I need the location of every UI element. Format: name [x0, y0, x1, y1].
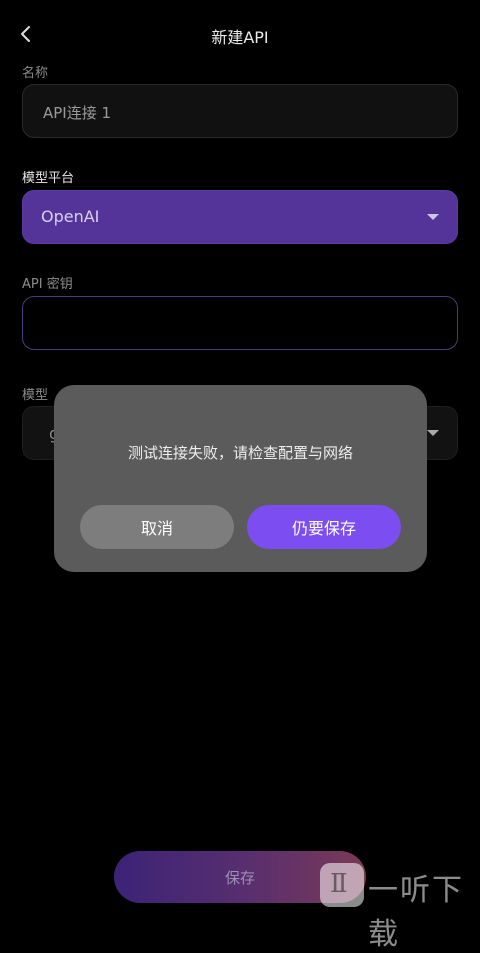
watermark-logo-icon: Ⅱ: [320, 863, 364, 907]
platform-select-value: OpenAI: [41, 207, 100, 226]
watermark: Ⅱ 一听下载: [320, 855, 480, 952]
top-bar: 新建API: [0, 0, 480, 70]
dialog-message: 测试连接失败，请检查配置与网络: [127, 444, 353, 462]
caret-down-icon: [427, 214, 439, 220]
connection-failed-dialog: 测试连接失败，请检查配置与网络 取消 仍要保存: [54, 385, 427, 572]
cancel-button[interactable]: 取消: [80, 505, 234, 549]
caret-down-icon: [427, 430, 439, 436]
platform-label: 模型平台: [22, 171, 75, 186]
model-label: 模型: [22, 388, 49, 403]
api-key-input-value: [29, 303, 451, 343]
api-key-input[interactable]: [22, 296, 458, 350]
page-title: 新建API: [211, 28, 269, 47]
save-anyway-button[interactable]: 仍要保存: [247, 505, 401, 549]
api-key-label: API 密钥: [22, 277, 73, 292]
name-label: 名称: [22, 66, 49, 81]
platform-select[interactable]: OpenAI: [22, 190, 458, 244]
name-field-value: API连接 1: [43, 104, 112, 122]
watermark-text: 一听下载: [368, 873, 464, 952]
name-field[interactable]: API连接 1: [22, 84, 458, 138]
